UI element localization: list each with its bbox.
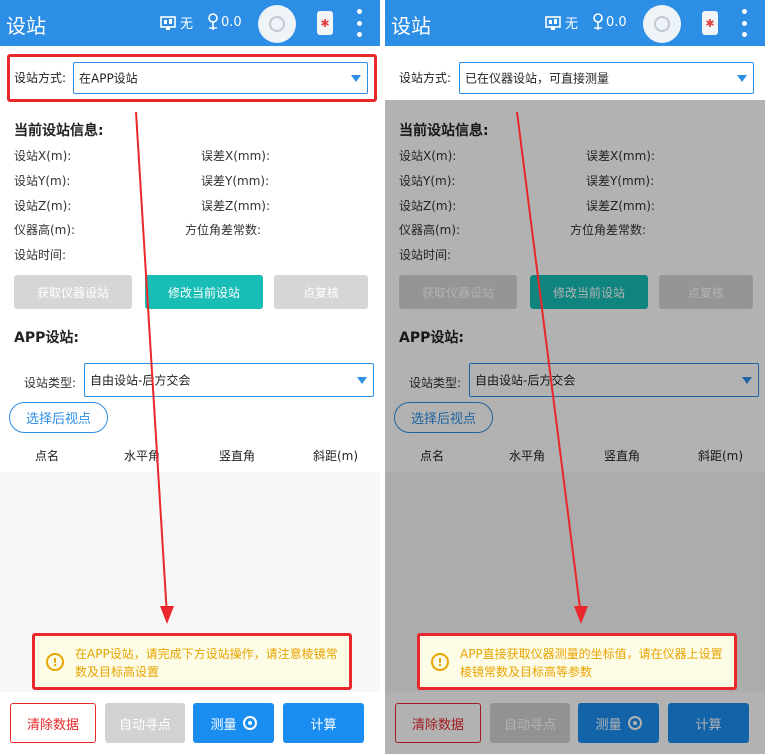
- col-horizontal-angle: 水平角: [509, 449, 546, 463]
- app-bar: 设站 无 0.0 ✱: [0, 0, 380, 46]
- right-panel: 设站 无 0.0 ✱ 设站方式: 已在仪器设站，可直接测量 当前设站信息: 设站…: [385, 0, 765, 754]
- more-menu-icon[interactable]: [356, 9, 362, 37]
- azimuth-constant-label: 方位角差常数:: [185, 223, 262, 237]
- chevron-down-icon: [742, 377, 752, 384]
- station-y-label: 设站Y(m):: [399, 174, 456, 188]
- current-station-title: 当前设站信息:: [399, 123, 489, 139]
- bluetooth-device-icon[interactable]: ✱: [317, 11, 333, 35]
- col-slope-distance: 斜距(m): [698, 449, 744, 463]
- modify-current-station-button[interactable]: 修改当前设站: [145, 275, 263, 309]
- gps-value: 0.0: [221, 14, 242, 30]
- notice-banner: ! APP直接获取仪器测量的坐标值，请在仪器上设置棱镜常数及目标高等参数: [417, 633, 737, 690]
- app-station-title: APP设站:: [399, 330, 464, 346]
- app-bar: 设站 无 0.0 ✱: [385, 0, 765, 46]
- bluetooth-device-icon[interactable]: ✱: [702, 11, 718, 35]
- get-instrument-station-button[interactable]: 获取仪器设站: [14, 275, 132, 309]
- col-vertical-angle: 竖直角: [219, 449, 256, 463]
- gps-pin-icon: [208, 13, 218, 30]
- clear-data-button[interactable]: 清除数据: [395, 703, 481, 743]
- instrument-height-label: 仪器高(m):: [14, 223, 76, 237]
- warning-icon: !: [431, 653, 449, 671]
- station-time-label: 设站时间:: [399, 248, 452, 262]
- station-type-value: 自由设站-后方交会: [475, 373, 576, 388]
- error-z-label: 误差Z(mm):: [201, 199, 271, 213]
- current-station-title: 当前设站信息:: [14, 123, 104, 139]
- select-backsight-button[interactable]: 选择后视点: [394, 402, 493, 433]
- chevron-down-icon: [357, 377, 367, 384]
- bottom-toolbar: 清除数据 自动寻点 测量 计算: [385, 692, 765, 754]
- azimuth-constant-label: 方位角差常数:: [570, 223, 647, 237]
- signal-text: 无: [565, 17, 579, 32]
- get-instrument-station-button[interactable]: 获取仪器设站: [399, 275, 517, 309]
- app-station-title: APP设站:: [14, 330, 79, 346]
- modify-current-station-button[interactable]: 修改当前设站: [530, 275, 648, 309]
- target-icon: [242, 716, 257, 730]
- auto-search-button[interactable]: 自动寻点: [105, 703, 185, 743]
- signal-icon: [545, 15, 561, 30]
- level-bubble-icon[interactable]: [258, 5, 296, 43]
- station-z-label: 设站Z(m):: [399, 199, 457, 213]
- station-mode-value: 已在仪器设站，可直接测量: [465, 71, 610, 86]
- signal-icon: [160, 15, 176, 30]
- measure-button[interactable]: 测量: [193, 703, 274, 743]
- col-vertical-angle: 竖直角: [604, 449, 641, 463]
- measure-label: 测量: [210, 717, 237, 733]
- station-type-label: 设站类型:: [409, 376, 462, 390]
- col-point-name: 点名: [35, 449, 60, 463]
- point-check-button[interactable]: 点复核: [659, 275, 753, 309]
- page-title: 设站: [6, 14, 46, 38]
- level-bubble-icon[interactable]: [643, 5, 681, 43]
- station-x-label: 设站X(m):: [399, 149, 457, 163]
- calculate-button[interactable]: 计算: [668, 703, 749, 743]
- station-mode-select[interactable]: 已在仪器设站，可直接测量: [459, 62, 754, 94]
- chevron-down-icon: [737, 75, 747, 82]
- error-x-label: 误差X(mm):: [201, 149, 271, 163]
- page-title: 设站: [391, 14, 431, 38]
- calculate-button[interactable]: 计算: [283, 703, 364, 743]
- station-mode-label: 设站方式:: [399, 71, 452, 85]
- col-point-name: 点名: [420, 449, 445, 463]
- measure-label: 测量: [595, 717, 622, 733]
- target-icon: [627, 716, 642, 730]
- bottom-toolbar: 清除数据 自动寻点 测量 计算: [0, 692, 380, 754]
- measure-button[interactable]: 测量: [578, 703, 659, 743]
- col-slope-distance: 斜距(m): [313, 449, 359, 463]
- notice-text: APP直接获取仪器测量的坐标值，请在仪器上设置棱镜常数及目标高等参数: [460, 647, 723, 679]
- select-backsight-button[interactable]: 选择后视点: [9, 402, 108, 433]
- clear-data-button[interactable]: 清除数据: [10, 703, 96, 743]
- error-y-label: 误差Y(mm):: [201, 174, 270, 188]
- gps-status[interactable]: 0.0: [207, 13, 242, 31]
- station-type-select[interactable]: 自由设站-后方交会: [469, 363, 759, 397]
- point-check-button[interactable]: 点复核: [274, 275, 368, 309]
- left-panel: 设站 无 0.0 ✱ 设站方式: 在APP设站 当前设站信息: 设站X(m): …: [0, 0, 380, 754]
- error-z-label: 误差Z(mm):: [586, 199, 656, 213]
- notice-banner: ! 在APP设站，请完成下方设站操作，请注意棱镜常数及目标高设置: [32, 633, 352, 690]
- gps-status[interactable]: 0.0: [592, 13, 627, 31]
- error-x-label: 误差X(mm):: [586, 149, 656, 163]
- notice-text: 在APP设站，请完成下方设站操作，请注意棱镜常数及目标高设置: [75, 647, 338, 679]
- bubble-dot: [654, 16, 670, 32]
- col-horizontal-angle: 水平角: [124, 449, 161, 463]
- station-type-value: 自由设站-后方交会: [90, 373, 191, 388]
- signal-status[interactable]: 无: [545, 13, 578, 32]
- warning-icon: !: [46, 653, 64, 671]
- station-type-select[interactable]: 自由设站-后方交会: [84, 363, 374, 397]
- station-time-label: 设站时间:: [14, 248, 67, 262]
- signal-text: 无: [180, 17, 194, 32]
- station-z-label: 设站Z(m):: [14, 199, 72, 213]
- instrument-height-label: 仪器高(m):: [399, 223, 461, 237]
- more-menu-icon[interactable]: [741, 9, 747, 37]
- auto-search-button[interactable]: 自动寻点: [490, 703, 570, 743]
- station-x-label: 设站X(m):: [14, 149, 72, 163]
- comparison-screenshot: 设站 无 0.0 ✱ 设站方式: 在APP设站 当前设站信息: 设站X(m): …: [0, 0, 765, 754]
- gps-pin-icon: [593, 13, 603, 30]
- station-mode-row: 设站方式: 已在仪器设站，可直接测量: [393, 54, 759, 102]
- station-type-label: 设站类型:: [24, 376, 77, 390]
- bubble-dot: [269, 16, 285, 32]
- gps-value: 0.0: [606, 14, 627, 30]
- station-y-label: 设站Y(m):: [14, 174, 71, 188]
- signal-status[interactable]: 无: [160, 13, 193, 32]
- error-y-label: 误差Y(mm):: [586, 174, 655, 188]
- annotation-highlight-box: [7, 54, 377, 102]
